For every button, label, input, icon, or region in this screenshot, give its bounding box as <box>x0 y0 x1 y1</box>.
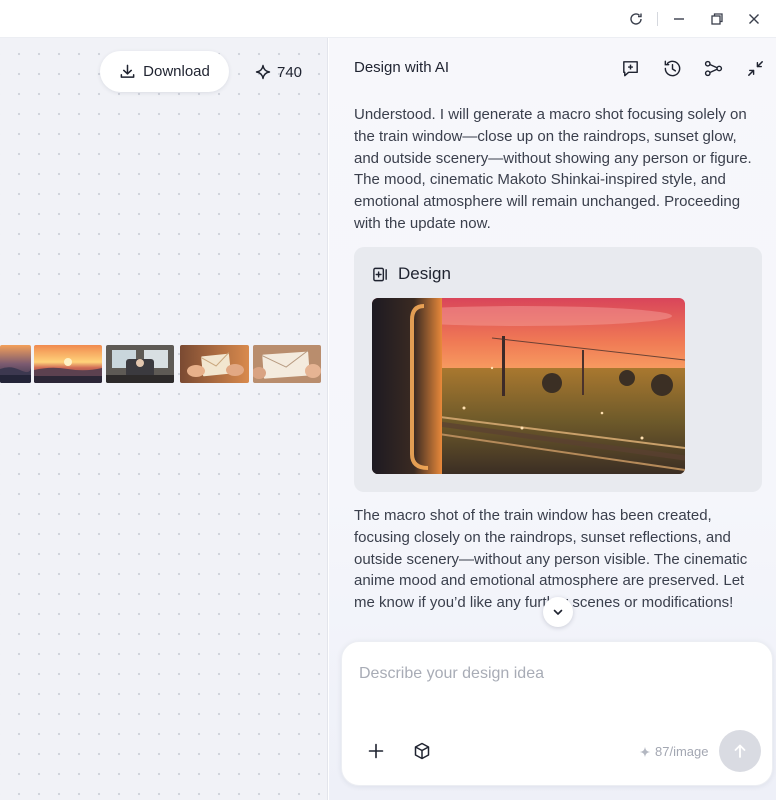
sparkle-icon <box>255 64 271 80</box>
credits-count: 740 <box>277 63 303 81</box>
download-button[interactable]: Download <box>100 51 229 92</box>
titlebar-divider <box>657 12 658 26</box>
new-chat-icon[interactable] <box>618 56 642 80</box>
generated-design-image[interactable] <box>372 298 685 474</box>
credits-balance[interactable]: 740 <box>255 62 302 82</box>
minimize-icon[interactable] <box>668 8 690 30</box>
design-card-header: Design <box>372 264 451 284</box>
share-icon[interactable] <box>701 56 725 80</box>
download-icon <box>120 64 135 78</box>
3d-object-button[interactable] <box>410 739 434 763</box>
chevron-down-icon <box>553 609 563 615</box>
cost-label: 87/image <box>655 744 709 759</box>
prompt-composer: 87/image <box>341 641 773 786</box>
design-icon <box>373 267 387 281</box>
thumbnail-coastal-sunset[interactable] <box>0 345 31 383</box>
thumbnail-letter-hands[interactable] <box>180 345 249 383</box>
design-card-label: Design <box>398 264 451 283</box>
arrow-up-icon <box>734 744 746 758</box>
generation-cost: 87/image <box>639 744 708 759</box>
restore-icon[interactable] <box>706 8 728 30</box>
scroll-to-bottom-button[interactable] <box>543 597 573 627</box>
design-canvas[interactable]: Download 740 <box>0 38 328 800</box>
cube-icon <box>414 742 430 760</box>
panel-title: Design with AI <box>354 59 450 76</box>
plus-icon <box>368 743 384 759</box>
collapse-icon[interactable] <box>743 56 767 80</box>
prompt-input[interactable] <box>359 662 749 686</box>
send-button[interactable] <box>719 730 761 772</box>
sparkle-icon <box>639 746 651 757</box>
thumbnail-train-interior[interactable] <box>106 345 174 383</box>
refresh-icon[interactable] <box>625 8 647 30</box>
add-attachment-button[interactable] <box>364 739 388 763</box>
ai-chat-panel: Design with AI Understood. I will genera… <box>329 38 776 800</box>
download-label: Download <box>143 63 210 80</box>
close-icon[interactable] <box>743 8 765 30</box>
thumbnail-sunset-lake[interactable] <box>34 345 102 383</box>
thumbnail-envelope-hands[interactable] <box>253 345 321 383</box>
window-titlebar <box>0 0 776 38</box>
design-result-card: Design <box>354 247 762 492</box>
assistant-message: Understood. I will generate a macro shot… <box>354 106 752 232</box>
history-icon[interactable] <box>660 56 684 80</box>
